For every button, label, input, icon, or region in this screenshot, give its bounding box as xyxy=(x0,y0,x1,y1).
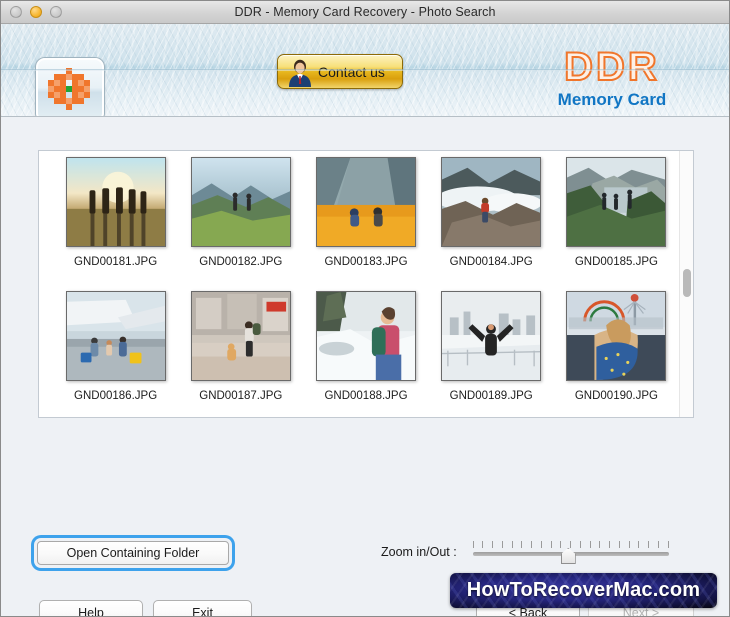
exit-button[interactable]: Exit xyxy=(153,600,252,616)
header-banner: Contact us DDR Memory Card xyxy=(1,24,729,117)
person-suit-icon xyxy=(289,59,311,87)
window-title: DDR - Memory Card Recovery - Photo Searc… xyxy=(234,5,496,19)
close-button[interactable] xyxy=(10,6,22,18)
thumbnail-item[interactable]: GND00189.JPG xyxy=(439,285,544,417)
zoom-slider-ticks xyxy=(472,541,669,548)
thumbnail-item[interactable]: GND00188.JPG xyxy=(313,285,418,417)
title-bar: DDR - Memory Card Recovery - Photo Searc… xyxy=(1,1,729,24)
help-button[interactable]: Help xyxy=(39,600,143,616)
main-content: GND00181.JPG GND00182.JPG GND00183.JPG G… xyxy=(1,117,729,616)
ddr-wordmark: DDR xyxy=(563,45,660,89)
thumbnail-item[interactable]: GND00181.JPG xyxy=(63,151,168,285)
zoom-label: Zoom in/Out : xyxy=(381,545,457,559)
thumbnail-filename: GND00187.JPG xyxy=(199,390,283,402)
thumbnail-row: GND00181.JPG GND00182.JPG GND00183.JPG G… xyxy=(39,151,679,285)
zoom-button[interactable] xyxy=(50,6,62,18)
contact-us-button[interactable]: Contact us xyxy=(277,54,403,89)
minimize-button[interactable] xyxy=(30,6,42,18)
thumbnail-image-gnd00182[interactable] xyxy=(190,157,291,247)
vertical-scrollbar[interactable] xyxy=(679,151,693,417)
thumbnail-filename: GND00189.JPG xyxy=(449,390,533,402)
thumbnail-item[interactable]: GND00183.JPG xyxy=(313,151,418,285)
application-window: DDR - Memory Card Recovery - Photo Searc… xyxy=(0,0,730,617)
window-controls xyxy=(10,1,62,23)
thumbnail-filename: GND00181.JPG xyxy=(74,256,158,268)
thumbnail-item[interactable]: GND00187.JPG xyxy=(188,285,293,417)
thumbnail-filename: GND00188.JPG xyxy=(324,390,408,402)
thumbnail-item[interactable]: GND00185.JPG xyxy=(564,151,669,285)
thumbnail-item[interactable]: GND00190.JPG xyxy=(564,285,669,417)
thumbnail-item[interactable]: GND00184.JPG xyxy=(439,151,544,285)
zoom-slider-thumb[interactable] xyxy=(560,548,576,564)
thumbnail-item[interactable]: GND00182.JPG xyxy=(188,151,293,285)
thumbnail-image-gnd00181[interactable] xyxy=(65,157,166,247)
thumbnail-image-gnd00188[interactable] xyxy=(316,291,416,381)
thumbnail-filename: GND00186.JPG xyxy=(74,390,158,402)
open-containing-folder-button[interactable]: Open Containing Folder xyxy=(37,541,229,565)
zoom-control: Zoom in/Out : xyxy=(381,541,669,564)
watermark-banner: HowToRecoverMac.com xyxy=(450,573,717,608)
thumbnail-filename: GND00190.JPG xyxy=(574,390,658,402)
thumbnail-image-gnd00186[interactable] xyxy=(65,291,166,381)
thumbnail-row: GND00186.JPG GND00187.JPG GND00188.JPG G… xyxy=(39,285,679,417)
thumbnail-filename: GND00185.JPG xyxy=(574,256,658,268)
photo-thumbnail-panel: GND00181.JPG GND00182.JPG GND00183.JPG G… xyxy=(38,150,694,418)
ddr-subtitle: Memory Card xyxy=(557,90,667,109)
thumbnail-filename: GND00184.JPG xyxy=(449,256,533,268)
thumbnail-image-gnd00190[interactable] xyxy=(566,291,667,381)
thumbnail-image-gnd00183[interactable] xyxy=(316,157,416,247)
open-folder-focus-ring: Open Containing Folder xyxy=(34,538,232,568)
watermark-text: HowToRecoverMac.com xyxy=(466,579,701,601)
ddr-checkered-flower-icon[interactable] xyxy=(36,58,104,116)
thumbnail-image-gnd00184[interactable] xyxy=(441,157,542,247)
thumbnail-image-gnd00185[interactable] xyxy=(566,157,667,247)
thumbnail-image-gnd00187[interactable] xyxy=(190,291,291,381)
ddr-logo: DDR Memory Card xyxy=(517,45,707,111)
thumbnail-filename: GND00182.JPG xyxy=(199,256,283,268)
photo-scroll-area[interactable]: GND00181.JPG GND00182.JPG GND00183.JPG G… xyxy=(39,151,679,417)
thumbnail-image-gnd00189[interactable] xyxy=(441,291,542,381)
thumbnail-item[interactable]: GND00186.JPG xyxy=(63,285,168,417)
zoom-slider[interactable] xyxy=(472,541,669,564)
thumbnail-filename: GND00183.JPG xyxy=(324,256,408,268)
scrollbar-thumb[interactable] xyxy=(683,269,691,297)
